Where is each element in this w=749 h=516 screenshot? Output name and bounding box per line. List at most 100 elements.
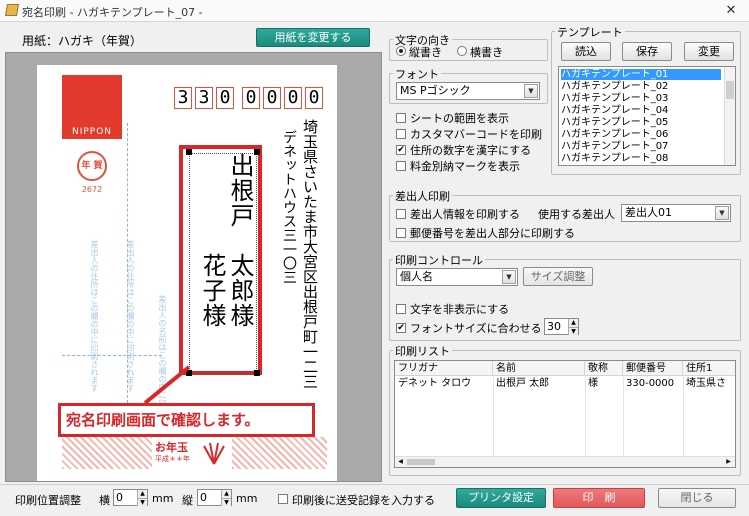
table-cell[interactable]: 埼玉県さ [683, 377, 735, 390]
scroll-left-icon[interactable]: ◀ [396, 458, 405, 466]
stepper-down-icon[interactable]: ▼ [221, 498, 231, 506]
template-item[interactable]: ハガキテンプレート_01 [561, 69, 721, 80]
template-item[interactable]: ハガキテンプレート_07 [561, 141, 721, 152]
print-list-table[interactable]: フリガナ 名前 敬称 郵便番号 住所1 デネット タロウ 出根戸 太郎 様 33… [394, 360, 736, 468]
table-cell[interactable]: デネット タロウ [395, 377, 493, 390]
postal-digit: 0 [242, 87, 260, 109]
template-item[interactable]: ハガキテンプレート_06 [561, 129, 721, 140]
record-checkbox[interactable] [278, 494, 288, 504]
horizontal-label: 横 [99, 494, 110, 507]
font-select[interactable]: MS Pゴシック ▼ [396, 82, 540, 100]
template-list[interactable]: ハガキテンプレート_01 ハガキテンプレート_02 ハガキテンプレート_03 ハ… [558, 66, 736, 166]
stepper-down-icon[interactable]: ▼ [568, 327, 578, 335]
sender-postal-checkbox[interactable] [396, 228, 406, 238]
list-h-scrollbar[interactable]: ◀ ▶ [395, 456, 735, 467]
option-barcode: カスタマバーコードを印刷 [410, 128, 542, 141]
font-value: MS Pゴシック [400, 84, 471, 97]
column-header[interactable]: 敬称 [585, 361, 623, 376]
vertical-offset-stepper[interactable]: 0 ▲ ▼ [197, 489, 232, 506]
print-button[interactable]: 印 刷 [553, 488, 645, 508]
font-size-value: 30 [547, 320, 561, 333]
postal-digit: 3 [195, 87, 213, 109]
sender-print-label: 差出人情報を印刷する [410, 208, 520, 221]
radio-horizontal[interactable] [457, 46, 467, 56]
vertical-label: 縦 [182, 494, 193, 507]
seal-number: 2672 [81, 185, 103, 194]
callout-box: 宛名印刷画面で確認します。 [58, 403, 315, 437]
table-cell[interactable]: 330-0000 [623, 377, 683, 390]
horizontal-offset-stepper[interactable]: 0 ▲ ▼ [113, 489, 148, 506]
fit-font-checkbox[interactable]: ✔ [396, 323, 406, 333]
control-select[interactable]: 個人名 ▼ [396, 268, 518, 286]
table-cell[interactable]: 出根戸 太郎 [493, 377, 585, 390]
sender-print-checkbox[interactable] [396, 209, 406, 219]
stepper-up-icon[interactable]: ▲ [568, 319, 578, 327]
lottery-subtitle: 平成＊＊年 [155, 455, 190, 463]
close-icon[interactable]: ✕ [722, 3, 740, 18]
table-cell[interactable]: 様 [585, 377, 623, 390]
option-kanji-numbers: 住所の数字を漢字にする [410, 144, 532, 157]
template-item[interactable]: ハガキテンプレート_02 [561, 81, 721, 92]
template-item[interactable]: ハガキテンプレート_05 [561, 117, 721, 128]
scroll-right-icon[interactable]: ▶ [724, 458, 733, 466]
option-checkbox[interactable] [396, 161, 406, 171]
template-save-button[interactable]: 保存 [622, 42, 672, 61]
template-scrollbar[interactable] [724, 67, 735, 165]
recipient-name-1: 出根戸 太郎様 [226, 153, 254, 328]
sender-select[interactable]: 差出人01 ▼ [621, 204, 731, 222]
resize-handle[interactable] [254, 370, 260, 376]
address-line-2: デネットハウス三一〇三 [281, 130, 297, 284]
resize-handle[interactable] [186, 149, 192, 155]
sender-postal-label: 郵便番号を差出人部分に印刷する [410, 227, 575, 240]
fit-font-label: フォントサイズに合わせる [410, 322, 542, 335]
column-header[interactable]: 名前 [493, 361, 585, 376]
recipient-name-2: 花子様 [198, 153, 226, 328]
template-item[interactable]: ハガキテンプレート_03 [561, 93, 721, 104]
option-checkbox[interactable] [396, 113, 406, 123]
radio-horizontal-label: 横書き [470, 46, 503, 59]
new-year-seal: 年 賀 [77, 151, 107, 181]
size-adjust-button[interactable]: サイズ調整 [523, 267, 593, 286]
postcard-preview: NIPPON 年 賀 2672 3 3 0 0 0 0 0 埼玉県さいたま市大宮… [37, 65, 337, 481]
template-title: テンプレート [555, 24, 625, 40]
option-postage-mark: 料金別納マークを表示 [410, 160, 520, 173]
option-sheet-range: シートの範囲を表示 [410, 112, 509, 125]
hide-text-label: 文字を非表示にする [410, 303, 510, 316]
horizontal-unit: mm [152, 492, 174, 505]
sender-value: 差出人01 [625, 206, 672, 219]
scroll-thumb[interactable] [407, 459, 435, 465]
column-header[interactable]: フリガナ [395, 361, 493, 376]
horizontal-offset-value: 0 [116, 491, 123, 504]
chevron-down-icon: ▼ [715, 206, 729, 220]
template-item[interactable]: ハガキテンプレート_04 [561, 105, 721, 116]
stamp-brand: NIPPON [71, 127, 113, 137]
close-button[interactable]: 閉じる [658, 488, 736, 508]
hide-text-checkbox[interactable] [396, 304, 406, 314]
printer-settings-button[interactable]: プリンタ設定 [456, 488, 546, 508]
font-size-stepper[interactable]: 30 ▲ ▼ [544, 318, 579, 335]
option-checkbox[interactable] [396, 129, 406, 139]
bottom-divider [0, 484, 749, 485]
print-list-title: 印刷リスト [393, 343, 452, 359]
postal-digit: 0 [305, 87, 323, 109]
column-header[interactable]: 郵便番号 [623, 361, 683, 376]
postal-code-boxes: 3 3 0 0 0 0 0 [174, 87, 324, 111]
template-load-button[interactable]: 読込 [561, 42, 611, 61]
sender-guide-text: 差出人の住所はこの欄の中に印刷されます [90, 240, 99, 392]
control-title: 印刷コントロール [393, 252, 485, 268]
column-header[interactable]: 住所1 [683, 361, 735, 376]
change-paper-button[interactable]: 用紙を変更する [256, 28, 370, 47]
stepper-up-icon[interactable]: ▲ [137, 490, 147, 498]
postal-digit: 0 [216, 87, 234, 109]
sender-use-label: 使用する差出人 [538, 208, 615, 221]
stepper-down-icon[interactable]: ▼ [137, 498, 147, 506]
stepper-up-icon[interactable]: ▲ [221, 490, 231, 498]
template-item[interactable]: ハガキテンプレート_08 [561, 153, 721, 164]
postal-digit: 3 [174, 87, 192, 109]
radio-vertical[interactable] [396, 46, 406, 56]
template-change-button[interactable]: 変更 [684, 42, 734, 61]
sender-title: 差出人印刷 [393, 188, 452, 204]
scroll-thumb[interactable] [726, 81, 734, 99]
postal-digit: 0 [284, 87, 302, 109]
option-checkbox[interactable]: ✔ [396, 145, 406, 155]
